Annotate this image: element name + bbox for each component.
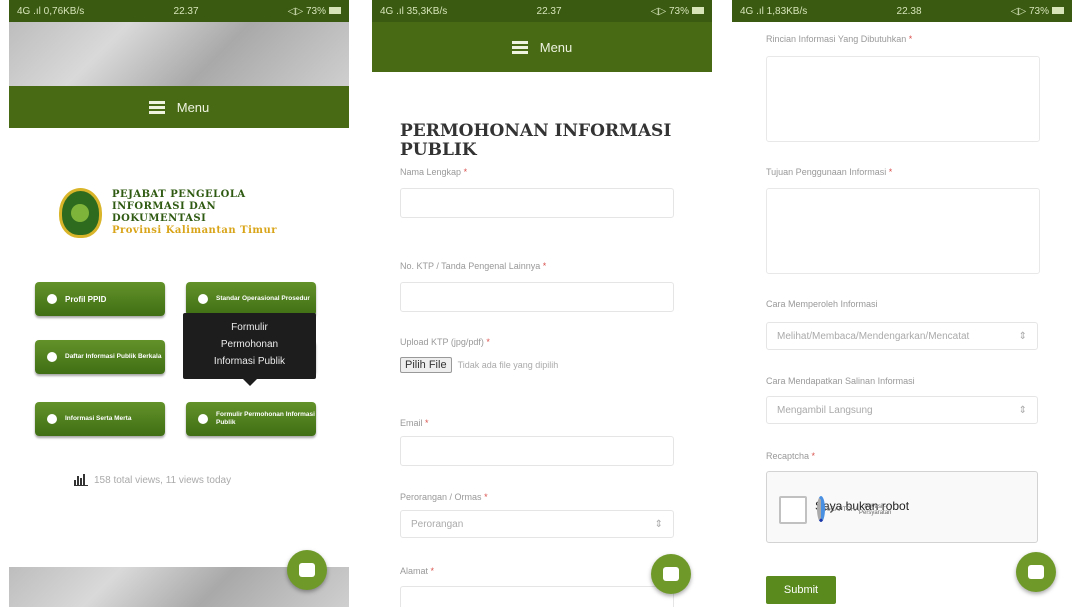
- submit-button[interactable]: Submit: [766, 576, 836, 604]
- battery-icon: [691, 7, 704, 15]
- informasi-serta-merta-button[interactable]: Informasi Serta Merta: [35, 402, 165, 436]
- recaptcha-checkbox[interactable]: [779, 496, 807, 524]
- province-emblem-icon: [59, 188, 102, 238]
- upload-label: Upload KTP (jpg/pdf) *: [400, 337, 490, 347]
- user-icon: [47, 294, 57, 304]
- cara-memperoleh-label: Cara Memperoleh Informasi: [766, 299, 878, 309]
- recaptcha-label: Recaptcha *: [766, 451, 816, 461]
- status-battery: ◁▷ 73%: [1011, 6, 1064, 17]
- phone-screen-home: 4G .ıl 0,76KB/s 22.37 ◁▷ 73% Menu PEJABA…: [9, 0, 349, 607]
- menu-bar[interactable]: Menu: [372, 22, 712, 72]
- menu-label: Menu: [539, 39, 573, 55]
- formulir-permohonan-button[interactable]: Formulir Permohonan Informasi Publik: [186, 402, 316, 436]
- alamat-label: Alamat *: [400, 566, 435, 576]
- status-network: 4G .ıl 1,83KB/s: [740, 5, 808, 17]
- logo-line-3: Provinsi Kalimantan Timur: [111, 225, 278, 236]
- daftar-informasi-button[interactable]: Daftar Informasi Publik Berkala: [35, 340, 165, 374]
- home-fab[interactable]: [651, 554, 691, 594]
- battery-icon: [328, 7, 341, 15]
- menu-label: Menu: [176, 99, 210, 115]
- email-label: Email *: [400, 418, 429, 428]
- status-network: 4G .ıl 0,76KB/s: [17, 5, 85, 17]
- status-battery: ◁▷ 73%: [288, 6, 341, 17]
- bar-chart-icon: [74, 474, 88, 486]
- rincian-textarea[interactable]: [766, 56, 1040, 142]
- file-status: Tidak ada file yang dipilih: [457, 360, 559, 370]
- phone-screen-form: 4G .ıl 35,3KB/s 22.37 ◁▷ 73% Menu PERMOH…: [372, 0, 712, 607]
- home-fab[interactable]: [287, 550, 327, 590]
- tujuan-textarea[interactable]: [766, 188, 1040, 274]
- recaptcha-logo: reCAPTCHA Privasi - Persyaratan: [817, 482, 891, 538]
- status-bar: 4G .ıl 1,83KB/s 22.38 ◁▷ 73%: [732, 0, 1072, 22]
- page-title: PERMOHONAN INFORMASI PUBLIK: [400, 121, 672, 160]
- recaptcha-widget: Saya bukan robot reCAPTCHA Privasi - Per…: [766, 471, 1038, 543]
- select-arrows-icon: ⇕: [1018, 404, 1027, 416]
- gear-icon: [198, 294, 208, 304]
- header-banner: [9, 22, 349, 86]
- choose-file-button[interactable]: Pilih File: [400, 357, 452, 373]
- info-icon: [47, 352, 57, 362]
- chat-icon: [198, 414, 208, 424]
- ktp-input[interactable]: [400, 282, 674, 312]
- menu-icon[interactable]: [511, 39, 528, 56]
- view-counter: 158 total views, 11 views today: [74, 474, 231, 486]
- status-network: 4G .ıl 35,3KB/s: [380, 5, 448, 17]
- select-arrows-icon: ⇕: [1018, 330, 1027, 342]
- logo-line-2: INFORMASI DAN DOKUMENTASI: [111, 201, 217, 224]
- status-time: 22.37: [536, 5, 562, 17]
- upload-control: Pilih File Tidak ada file yang dipilih: [400, 357, 558, 373]
- status-bar: 4G .ıl 0,76KB/s 22.37 ◁▷ 73%: [9, 0, 349, 22]
- select-arrows-icon: ⇕: [654, 518, 663, 530]
- email-input[interactable]: [400, 436, 674, 466]
- alamat-input[interactable]: [400, 586, 674, 607]
- home-fab[interactable]: [1016, 552, 1056, 592]
- cara-salinan-label: Cara Mendapatkan Salinan Informasi: [766, 376, 915, 386]
- status-time: 22.38: [896, 5, 922, 17]
- envelope-icon: [663, 567, 679, 581]
- profil-ppid-button[interactable]: Profil PPID: [35, 282, 165, 316]
- ktp-label: No. KTP / Tanda Pengenal Lainnya *: [400, 261, 547, 271]
- tooltip: Formulir Permohonan Informasi Publik: [183, 313, 316, 386]
- nama-label: Nama Lengkap *: [400, 167, 468, 177]
- nama-input[interactable]: [400, 188, 674, 218]
- ppid-logo: PEJABAT PENGELOLA INFORMASI DAN DOKUMENT…: [59, 185, 309, 241]
- battery-icon: [1051, 7, 1064, 15]
- tujuan-label: Tujuan Penggunaan Informasi *: [766, 167, 893, 177]
- recaptcha-links[interactable]: Privasi - Persyaratan: [859, 504, 891, 516]
- recaptcha-icon: [817, 495, 825, 522]
- jenis-select[interactable]: Perorangan ⇕: [400, 510, 674, 538]
- jenis-label: Perorangan / Ormas *: [400, 492, 488, 502]
- sop-button[interactable]: Standar Operasional Prosedur: [186, 282, 316, 316]
- menu-bar[interactable]: Menu: [9, 86, 349, 128]
- envelope-icon: [1028, 565, 1044, 579]
- status-battery: ◁▷ 73%: [651, 6, 704, 17]
- status-bar: 4G .ıl 35,3KB/s 22.37 ◁▷ 73%: [372, 0, 712, 22]
- status-time: 22.37: [173, 5, 199, 17]
- cara-memperoleh-select[interactable]: Melihat/Membaca/Mendengarkan/Mencatat ⇕: [766, 322, 1038, 350]
- rincian-label: Rincian Informasi Yang Dibutuhkan *: [766, 34, 913, 44]
- menu-icon[interactable]: [148, 99, 165, 116]
- logo-line-1: PEJABAT PENGELOLA: [111, 189, 246, 200]
- alert-icon: [47, 414, 57, 424]
- envelope-icon: [299, 563, 315, 577]
- cara-salinan-select[interactable]: Mengambil Langsung ⇕: [766, 396, 1038, 424]
- phone-screen-form-continued: 4G .ıl 1,83KB/s 22.38 ◁▷ 73% Rincian Inf…: [732, 0, 1072, 607]
